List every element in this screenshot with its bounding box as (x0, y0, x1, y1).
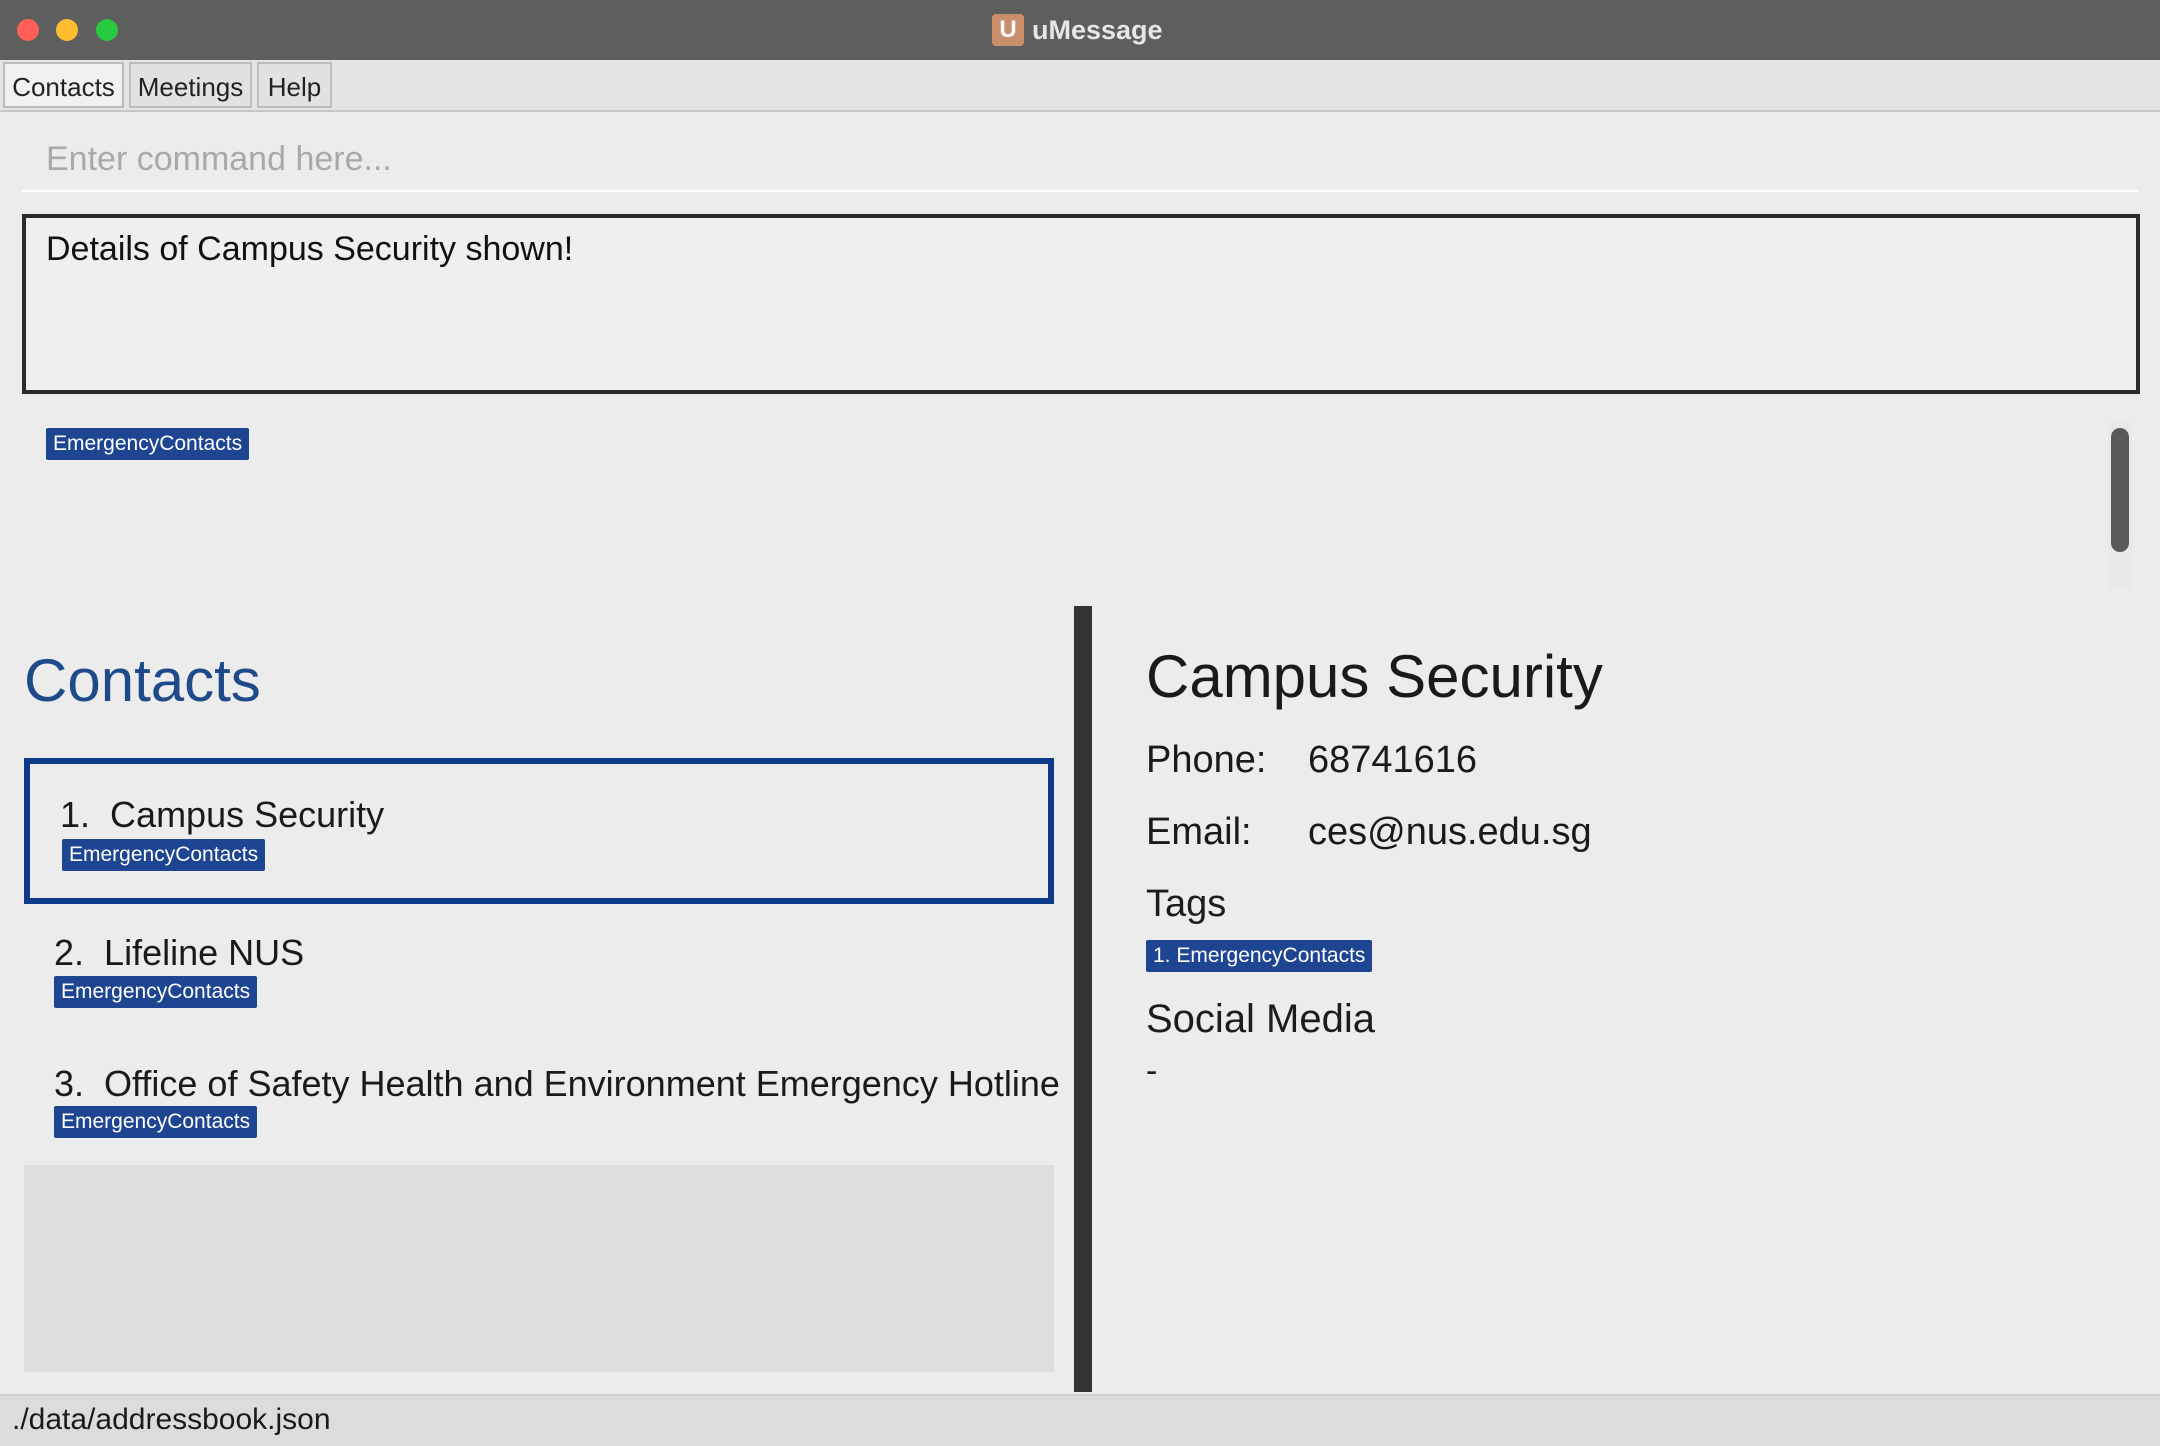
email-value: ces@nus.edu.sg (1308, 811, 1592, 853)
contact-index: 2. (54, 932, 85, 973)
detail-tag: 1. EmergencyContacts (1146, 940, 1373, 972)
contact-tag: EmergencyContacts (54, 1106, 258, 1138)
menu-contacts[interactable]: Contacts (3, 62, 124, 108)
command-input[interactable] (22, 128, 2138, 190)
contact-tag: EmergencyContacts (62, 839, 266, 871)
contacts-heading: Contacts (24, 647, 261, 714)
status-file-path: ./data/addressbook.json (12, 1403, 331, 1436)
contact-index: 3. (54, 1063, 85, 1104)
tag-filter-chip[interactable]: EmergencyContacts (46, 428, 250, 460)
social-media-value: - (1146, 1052, 1158, 1090)
menu-meetings[interactable]: Meetings (129, 62, 252, 108)
minimize-window-button[interactable] (56, 19, 78, 41)
menu-help[interactable]: Help (257, 62, 332, 108)
tag-strip-scrollbar-thumb[interactable] (2111, 428, 2129, 552)
contact-name[interactable]: 2. Lifeline NUS (54, 931, 304, 975)
contact-name-text: Campus Security (110, 794, 385, 835)
tags-heading: Tags (1146, 883, 1227, 925)
contact-name[interactable]: 1. Campus Security (60, 793, 384, 837)
app-logo-icon: U (992, 14, 1024, 46)
window-title: uMessage (1032, 15, 1163, 45)
contact-list-empty-area (24, 1165, 1054, 1372)
maximize-window-button[interactable] (96, 19, 118, 41)
contact-name-text: Office of Safety Health and Environment … (104, 1063, 1060, 1104)
panel-divider[interactable] (1074, 606, 1092, 1392)
phone-label: Phone: (1146, 739, 1267, 781)
social-media-heading: Social Media (1146, 997, 1376, 1041)
contact-tag: EmergencyContacts (54, 976, 258, 1008)
contact-name-text: Lifeline NUS (104, 932, 305, 973)
contact-name[interactable]: 3. Office of Safety Health and Environme… (54, 1062, 1060, 1106)
result-message: Details of Campus Security shown! (46, 230, 574, 268)
phone-value: 68741616 (1308, 739, 1478, 781)
detail-contact-name: Campus Security (1146, 643, 1603, 710)
command-input-underline (22, 190, 2138, 192)
contact-index: 1. (60, 794, 91, 835)
email-label: Email: (1146, 811, 1252, 853)
close-window-button[interactable] (17, 19, 39, 41)
